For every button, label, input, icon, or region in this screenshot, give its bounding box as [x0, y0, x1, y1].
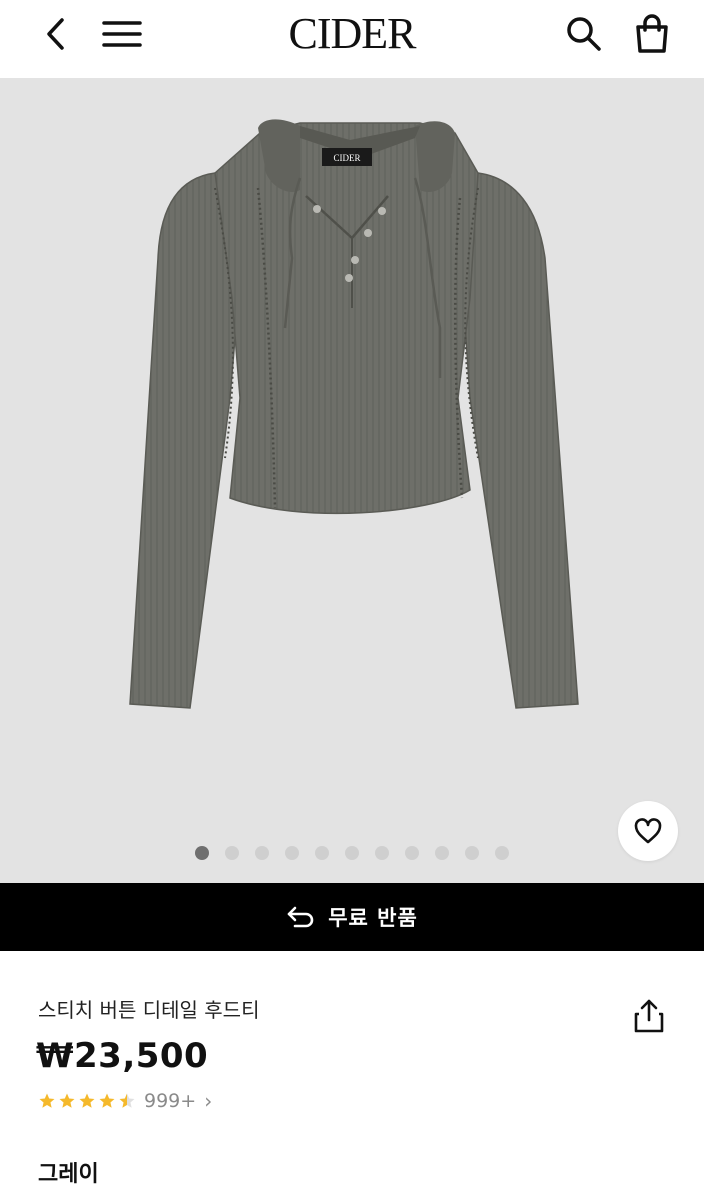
product-image-area[interactable]: CIDER: [0, 78, 704, 883]
product-photo: CIDER: [129, 119, 579, 709]
product-price: ₩23,500: [36, 1036, 209, 1076]
search-icon: [567, 17, 601, 51]
share-button[interactable]: [627, 994, 671, 1038]
back-button[interactable]: [34, 12, 78, 56]
return-arrow-icon: [287, 906, 314, 928]
chevron-right-icon: ›: [204, 1089, 213, 1113]
product-title: 스티치 버튼 디테일 후드티: [38, 998, 260, 1022]
cart-button[interactable]: [630, 12, 674, 56]
carousel-dot[interactable]: [375, 846, 389, 860]
star-icon: [99, 1093, 115, 1108]
svg-text:CIDER: CIDER: [334, 153, 361, 163]
carousel-dot[interactable]: [315, 846, 329, 860]
star-icon: [39, 1093, 55, 1108]
star-icon: [59, 1093, 75, 1108]
top-header: CIDER: [0, 0, 704, 78]
carousel-dot[interactable]: [435, 846, 449, 860]
menu-button[interactable]: [100, 12, 144, 56]
hamburger-menu-icon: [102, 21, 142, 47]
star-icon: [119, 1093, 135, 1108]
carousel-dot[interactable]: [495, 846, 509, 860]
star-rating: [38, 1092, 136, 1110]
search-button[interactable]: [562, 12, 606, 56]
back-chevron-icon: [47, 18, 64, 50]
rating-row[interactable]: 999+ ›: [38, 1086, 212, 1116]
carousel-dot[interactable]: [225, 846, 239, 860]
shopping-bag-icon: [636, 14, 668, 53]
carousel-dot[interactable]: [465, 846, 479, 860]
share-icon: [634, 999, 664, 1033]
banner-text: 무료 반품: [328, 906, 418, 930]
heart-outline-icon: [634, 818, 662, 844]
selected-color-label: 그레이: [38, 1162, 99, 1187]
star-icon: [79, 1093, 95, 1108]
review-count: 999+: [144, 1090, 197, 1112]
free-returns-banner[interactable]: 무료 반품: [0, 883, 704, 951]
carousel-indicators: [0, 846, 704, 862]
carousel-dot[interactable]: [195, 846, 209, 860]
carousel-dot[interactable]: [345, 846, 359, 860]
carousel-dot[interactable]: [255, 846, 269, 860]
carousel-dot[interactable]: [405, 846, 419, 860]
carousel-dot[interactable]: [285, 846, 299, 860]
